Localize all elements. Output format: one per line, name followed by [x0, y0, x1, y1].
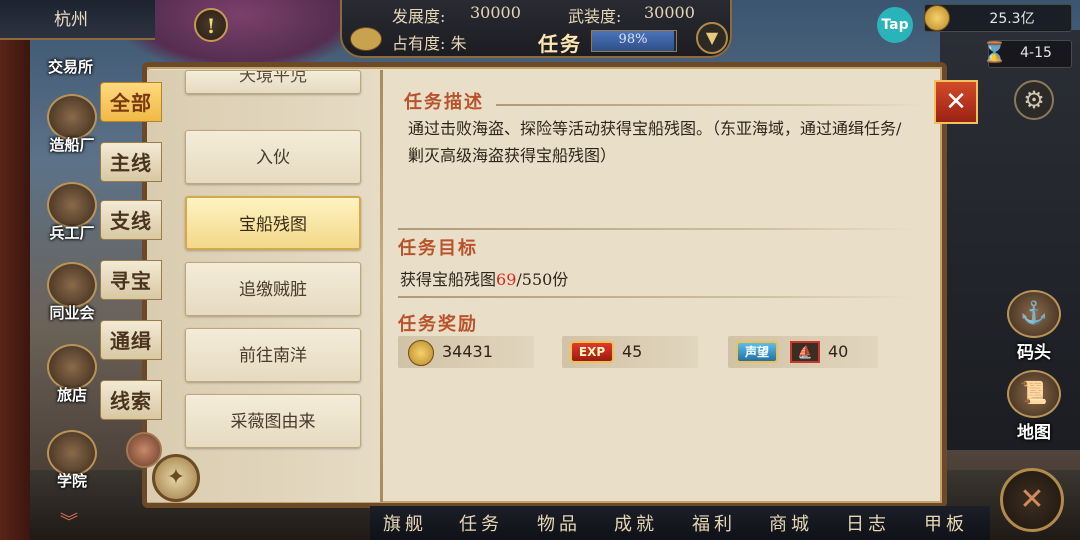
nav-items[interactable]: 物品	[537, 510, 581, 536]
tab-all[interactable]: 全部	[100, 82, 162, 122]
occupancy-label: 占有度: 朱	[392, 34, 467, 53]
quest-item-selected[interactable]: 宝船残图	[185, 196, 361, 250]
building-label: 同业会	[49, 304, 95, 322]
building-trade[interactable]: 交易所	[48, 56, 93, 77]
reward-exp: EXP 45	[562, 336, 698, 368]
tab-side[interactable]: 支线	[100, 200, 162, 240]
building-inn[interactable]: 旅店	[40, 344, 104, 404]
city-name[interactable]: 杭州	[0, 0, 155, 40]
nav-welfare[interactable]: 福利	[692, 510, 736, 536]
reward-value: 34431	[442, 342, 493, 361]
tap-button[interactable]: Tap	[877, 7, 913, 43]
chevron-down-icon[interactable]: ▼	[696, 22, 728, 54]
military-label: 武装度:	[568, 7, 622, 26]
panel-divider	[380, 70, 383, 502]
tab-wanted[interactable]: 通缉	[100, 320, 162, 360]
building-academy[interactable]: 学院	[40, 430, 104, 490]
building-label: 造船厂	[49, 136, 95, 154]
reward-title: 任务奖励	[398, 314, 478, 335]
nav-flagship[interactable]: 旗舰	[383, 510, 427, 536]
fame-icon: 声望	[736, 341, 778, 363]
reward-value: 45	[622, 342, 643, 361]
tab-main[interactable]: 主线	[100, 142, 162, 182]
building-label: 交易所	[48, 58, 94, 76]
building-label: 旅店	[56, 386, 87, 404]
ship-icon: ⛵	[790, 341, 820, 363]
building-label: 学院	[56, 472, 87, 490]
map-label: 地图	[1017, 423, 1051, 443]
panel-title: 任务	[538, 32, 582, 56]
dock-label: 码头	[1017, 343, 1051, 363]
desc-title: 任务描述	[404, 92, 484, 113]
dock-button[interactable]: ⚓ 码头	[1004, 290, 1064, 363]
nav-log[interactable]: 日志	[846, 510, 890, 536]
quest-item[interactable]: 追缴贼脏	[185, 262, 361, 316]
tab-treasure[interactable]: 寻宝	[100, 260, 162, 300]
expand-chevron-icon[interactable]: ︾	[60, 508, 78, 534]
goal-suffix: /550份	[516, 270, 569, 289]
gold-amount: 25.3亿	[989, 11, 1035, 27]
nav-deck[interactable]: 甲板	[924, 510, 968, 536]
section-divider	[398, 296, 918, 298]
dock-icon: ⚓	[1007, 290, 1061, 338]
gear-icon[interactable]: ⚙	[1014, 80, 1054, 120]
section-divider	[496, 104, 926, 106]
nav-shop[interactable]: 商城	[769, 510, 813, 536]
nav-achievements[interactable]: 成就	[614, 510, 658, 536]
goal-text: 获得宝船残图69/550份	[400, 266, 568, 290]
goal-prefix: 获得宝船残图	[400, 270, 497, 289]
building-label: 兵工厂	[49, 224, 95, 242]
crossed-swords-icon[interactable]: ✕	[1000, 468, 1064, 532]
building-guild[interactable]: 同业会	[40, 262, 104, 322]
hourglass-icon: ⌛	[982, 40, 1007, 64]
background-tree	[120, 0, 360, 70]
map-button[interactable]: 📜 地图	[1004, 370, 1064, 443]
tab-clues[interactable]: 线索	[100, 380, 162, 420]
reward-fame: 声望 ⛵ 40	[728, 336, 878, 368]
reward-value: 40	[828, 342, 849, 361]
faction-seal-icon	[350, 27, 382, 51]
date-text: 4-15	[1020, 45, 1052, 61]
gold-coin-icon	[924, 5, 950, 31]
occupancy-progress-text: 98%	[618, 32, 648, 47]
building-arsenal[interactable]: 兵工厂	[40, 182, 104, 242]
nav-tasks[interactable]: 任务	[459, 510, 503, 536]
quest-item[interactable]: 入伙	[185, 130, 361, 184]
quest-item[interactable]: 前往南洋	[185, 328, 361, 382]
goal-current: 69	[496, 270, 517, 289]
section-divider	[398, 228, 918, 230]
goal-title: 任务目标	[398, 238, 478, 259]
quest-item[interactable]: 天境平児	[185, 70, 361, 94]
gold-coin-icon	[408, 340, 434, 366]
alert-icon[interactable]: !	[194, 8, 228, 42]
desc-text: 通过击败海盗、探险等活动获得宝船残图。（东亚海域，通过通缉任务/剿灭高级海盗获得…	[408, 119, 902, 165]
quest-item[interactable]: 采薇图由来	[185, 394, 361, 448]
development-value: 30000	[470, 3, 521, 22]
map-scroll-icon: 📜	[1007, 370, 1061, 418]
background-column	[0, 40, 30, 540]
exp-icon: EXP	[570, 341, 614, 363]
development-label: 发展度:	[392, 7, 446, 26]
compass-icon[interactable]: ✦	[152, 454, 200, 502]
close-button[interactable]: ✕	[934, 80, 978, 124]
military-value: 30000	[644, 3, 695, 22]
reward-gold: 34431	[398, 336, 534, 368]
building-shipyard[interactable]: 造船厂	[40, 94, 104, 154]
